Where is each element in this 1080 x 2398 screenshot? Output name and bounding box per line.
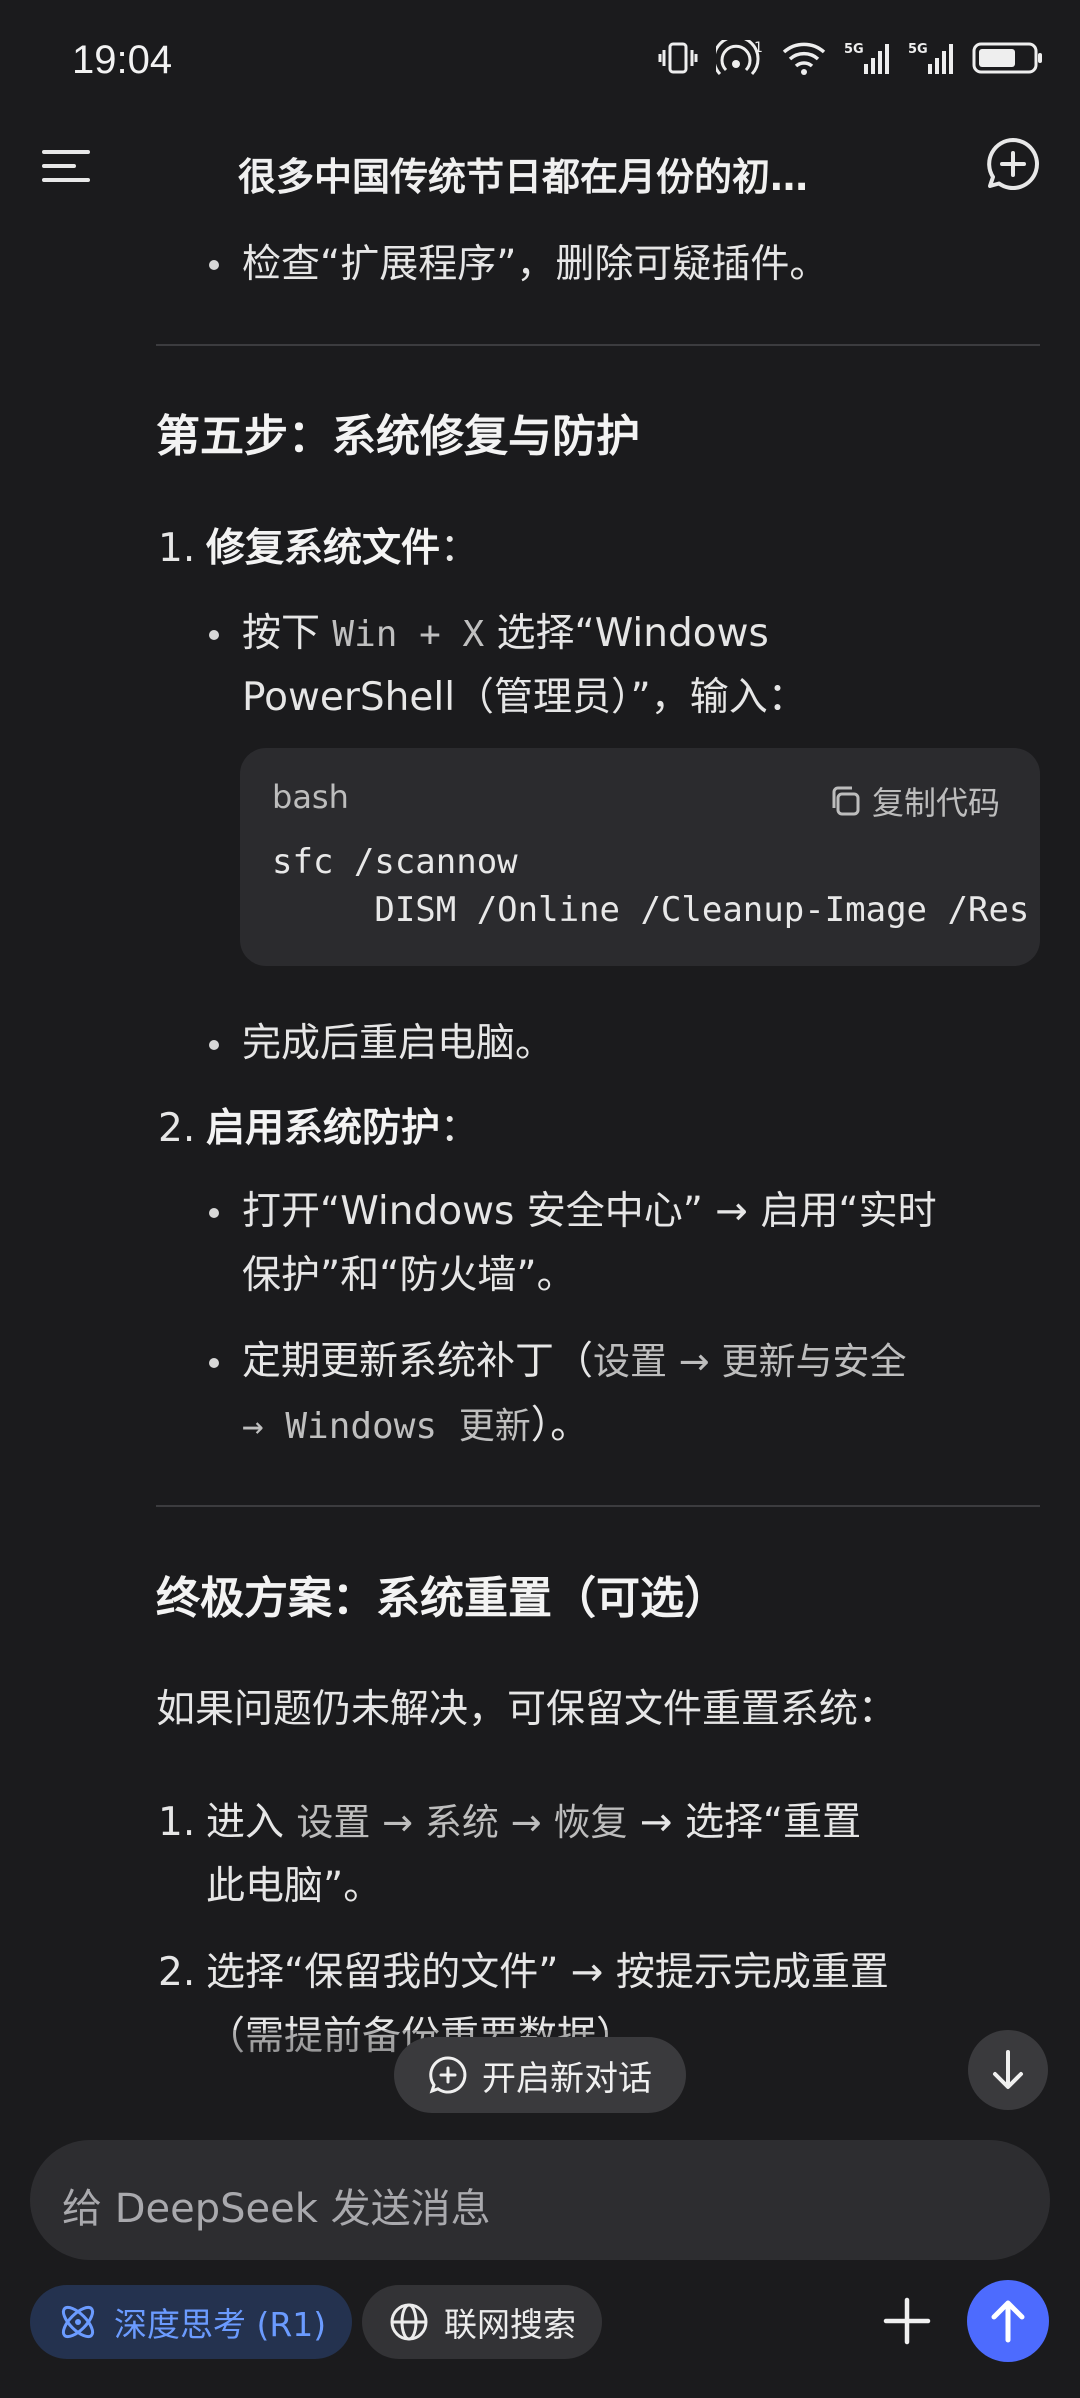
text-span: ）。 [530, 1403, 590, 1448]
atom-icon [61, 2305, 95, 2339]
text-span: 进入 [206, 1800, 297, 1845]
inline-code: Win + X [332, 614, 485, 655]
list-item-line: → Windows 更新）。 [242, 1395, 589, 1458]
status-bar: 19:04 1 5G 5G [0, 0, 1080, 130]
item-label: 启用系统防护 [206, 1106, 441, 1151]
code-line: sfc /scannow [272, 842, 518, 882]
code-language: bash [272, 778, 349, 816]
list-number: 2. [158, 1106, 196, 1151]
list-number: 1. [158, 1800, 196, 1845]
message-placeholder: 给 DeepSeek 发送消息 [62, 2186, 491, 2232]
arrow-down-icon [993, 2050, 1023, 2089]
list-item: 进入 设置 → 系统 → 恢复 → 选择“重置 [206, 1792, 861, 1854]
list-item: 按下 Win + X 选择“Windows [242, 603, 769, 666]
bullet-dot [209, 1208, 219, 1218]
copy-label: 复制代码 [872, 784, 1001, 822]
list-item: 定期更新系统补丁（设置 → 更新与安全 [242, 1331, 907, 1393]
item-colon: ： [440, 526, 480, 571]
copy-code-button[interactable]: 复制代码 [828, 778, 1000, 824]
new-chat-icon[interactable] [985, 136, 1041, 192]
web-search-label: 联网搜索 [444, 2305, 576, 2344]
attach-plus-icon[interactable] [876, 2290, 938, 2352]
svg-text:5G: 5G [908, 42, 928, 57]
menu-icon[interactable] [40, 148, 92, 184]
list-item-line: PowerShell（管理员）”，输入： [242, 675, 807, 720]
svg-text:1: 1 [754, 40, 763, 56]
section-heading: 第五步：系统修复与防护 [156, 411, 640, 462]
list-item-line: 此电脑”。 [206, 1864, 383, 1909]
battery-icon [972, 42, 1042, 74]
divider [156, 1505, 1040, 1507]
text-span: → 选择“重置 [627, 1800, 862, 1845]
list-item: 修复系统文件： [206, 518, 479, 580]
arrow-up-icon [991, 2300, 1025, 2343]
text-span: 选择“Windows [484, 611, 769, 656]
list-item: 启用系统防护： [206, 1098, 479, 1160]
send-button[interactable] [967, 2280, 1049, 2362]
web-search-toggle[interactable]: 联网搜索 [362, 2285, 602, 2359]
bullet-dot [209, 260, 219, 270]
section-heading: 终极方案：系统重置（可选） [156, 1573, 728, 1624]
signal-5g-icon: 5G [844, 42, 889, 74]
list-item: 完成后重启电脑。 [242, 1021, 555, 1066]
deep-think-toggle[interactable]: 深度思考 (R1) [30, 2285, 353, 2359]
text-span: 定期更新系统补丁（ [242, 1339, 594, 1384]
list-item: 打开“Windows 安全中心” → 启用“实时 [242, 1189, 937, 1234]
list-item: 检查“扩展程序”，删除可疑插件。 [242, 242, 829, 287]
inline-code: 设置 → 系统 → 恢复 [296, 1801, 628, 1844]
code-line: DISM /Online /Cleanup-Image /Res [272, 890, 1030, 930]
signal-5g-icon-2: 5G [908, 42, 953, 74]
chat-title: 很多中国传统节日都在月份的初… [238, 155, 809, 199]
divider [156, 344, 1040, 346]
status-time: 19:04 [72, 38, 173, 82]
scroll-down-button[interactable] [968, 2030, 1048, 2110]
list-item: 选择“保留我的文件” → 按提示完成重置 [206, 1950, 889, 1995]
new-chat-label: 开启新对话 [482, 2058, 652, 2099]
bullet-dot [209, 1040, 219, 1050]
inline-code: → Windows 更新 [242, 1406, 531, 1447]
item-colon: ： [440, 1106, 480, 1151]
list-number: 2. [158, 1950, 196, 1995]
status-icons: 1 5G 5G [658, 40, 1044, 76]
list-number: 1. [158, 526, 196, 571]
bullet-dot [209, 1358, 219, 1368]
bullet-dot [209, 630, 219, 640]
list-item-line: 保护”和“防火墙”。 [242, 1253, 576, 1298]
copy-icon [832, 786, 860, 816]
text-span: 按下 [242, 611, 333, 656]
globe-icon [390, 2303, 428, 2341]
hotspot-icon: 1 [716, 40, 763, 76]
deep-think-label: 深度思考 (R1) [114, 2305, 327, 2344]
vibrate-icon [658, 42, 698, 74]
new-chat-button[interactable]: 开启新对话 [394, 2037, 686, 2113]
wifi-icon [782, 42, 826, 75]
svg-text:5G: 5G [844, 42, 864, 57]
paragraph: 如果问题仍未解决，可保留文件重置系统： [156, 1687, 898, 1732]
inline-code: 设置 → 更新与安全 [593, 1340, 907, 1383]
item-label: 修复系统文件 [206, 526, 441, 571]
new-chat-icon [429, 2056, 467, 2094]
